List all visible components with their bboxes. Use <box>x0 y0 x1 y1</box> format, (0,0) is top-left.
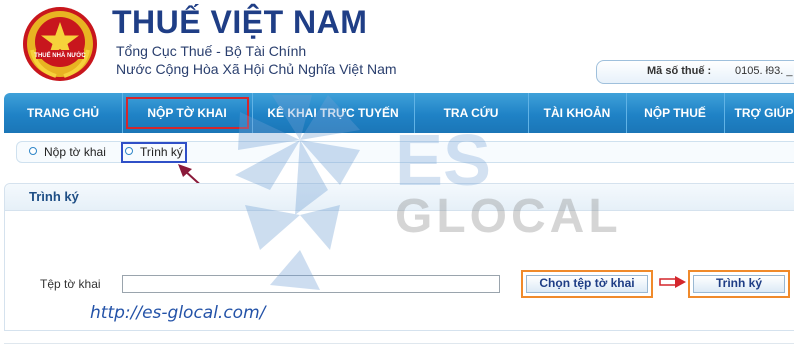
panel-header: Trình ký <box>5 184 794 211</box>
main-navbar: TRANG CHỦ NỘP TỜ KHAI KÊ KHAI TRỰC TUYẾN… <box>4 93 794 133</box>
sign-button-label: Trình ký <box>715 276 762 290</box>
brand-subtitle-country: Nước Cộng Hòa Xã Hội Chủ Nghĩa Việt Nam <box>116 61 397 77</box>
arrow-right-icon <box>659 276 686 288</box>
sign-button[interactable]: Trình ký <box>688 270 790 298</box>
tax-id-box: Mã số thuế : 0105. ł93. _ <box>596 60 794 84</box>
nav-item-help[interactable]: TRỢ GIÚP <box>724 93 794 133</box>
file-path-input[interactable] <box>122 275 500 293</box>
panel-title: Trình ký <box>29 189 79 204</box>
divider <box>4 343 794 344</box>
nav-item-pay-tax[interactable]: NỘP THUẾ <box>626 93 725 133</box>
nav-item-online-declaration[interactable]: KÊ KHAI TRỰC TUYẾN <box>252 93 415 133</box>
brand-title: THUẾ VIỆT NAM <box>112 4 368 40</box>
file-label: Tệp tờ khai <box>40 277 101 291</box>
site-header: THUẾ NHÀ NƯỚC THUẾ VIỆT NAM Tổng Cục Thu… <box>0 0 794 92</box>
nav-item-lookup[interactable]: TRA CỨU <box>414 93 529 133</box>
watermark-url: http://es-glocal.com/ <box>90 303 266 323</box>
nav-item-submit-declaration[interactable]: NỘP TỜ KHAI <box>122 93 253 133</box>
national-emblem-logo: THUẾ NHÀ NƯỚC <box>23 7 97 81</box>
breadcrumb-item-submit[interactable]: Nộp tờ khai <box>29 142 106 162</box>
tax-id-value: 0105. ł93. _ <box>735 65 793 77</box>
nav-item-account[interactable]: TÀI KHOẢN <box>528 93 627 133</box>
choose-file-button[interactable]: Chọn tệp tờ khai <box>521 270 653 298</box>
brand-subtitle-ministry: Tổng Cục Thuế - Bộ Tài Chính <box>116 43 307 59</box>
breadcrumb: Nộp tờ khai Trình ký <box>16 141 794 163</box>
tax-id-label: Mã số thuế : <box>647 65 712 77</box>
choose-file-label: Chọn tệp tờ khai <box>539 276 635 290</box>
emblem-text: THUẾ NHÀ NƯỚC <box>34 51 86 59</box>
breadcrumb-label: Nộp tờ khai <box>44 145 106 159</box>
bullet-icon <box>29 147 37 155</box>
nav-item-home[interactable]: TRANG CHỦ <box>4 93 123 133</box>
